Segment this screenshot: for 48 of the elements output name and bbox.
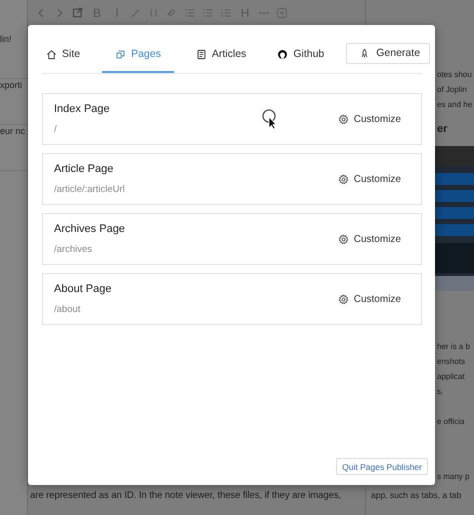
quit-button[interactable]: Quit Pages Publisher	[336, 458, 428, 475]
customize-button[interactable]: Customize	[338, 234, 401, 244]
page-path: /	[54, 124, 58, 135]
generate-button[interactable]: Generate	[346, 42, 430, 64]
list-icon[interactable]	[220, 7, 232, 19]
customize-button[interactable]: Customize	[338, 294, 401, 304]
settings-icon	[338, 174, 349, 184]
home-icon	[46, 48, 57, 60]
settings-icon	[338, 294, 349, 304]
preview-text: app, such as tabs, a tab	[371, 489, 462, 502]
preview-heading: er	[437, 122, 448, 137]
github-icon	[277, 48, 288, 60]
sidebar-item[interactable]: eur nc	[0, 125, 27, 171]
page-title: Archives Page	[54, 223, 125, 235]
customize-button[interactable]: Customize	[338, 114, 401, 124]
preview-text: e officia	[437, 416, 464, 428]
sidebar-item[interactable]: xporti	[0, 79, 27, 125]
page-title: Index Page	[54, 103, 110, 115]
page-title: About Page	[54, 283, 112, 295]
preview-text: of Joplin	[437, 84, 467, 96]
tab[interactable]: Github	[268, 37, 334, 73]
list-icon[interactable]	[184, 7, 196, 19]
note-text: are represented as an ID. In the note viewer, these files, if they are images,	[30, 490, 342, 501]
pen-icon[interactable]	[130, 7, 142, 19]
document-icon	[196, 48, 207, 60]
pages-icon	[115, 48, 126, 60]
tab[interactable]: Site	[42, 37, 90, 73]
page-title: Article Page	[54, 163, 114, 175]
preview-text: her is a b	[437, 341, 470, 353]
customize-button[interactable]: Customize	[338, 174, 401, 184]
list-icon[interactable]	[202, 7, 214, 19]
rocket-icon	[359, 48, 370, 58]
preview-text: s.	[437, 386, 444, 398]
preview-text: es and he	[437, 99, 472, 111]
settings-icon	[338, 114, 349, 124]
sidebar-item[interactable]: lin!	[0, 33, 27, 79]
preview-text: s many p	[437, 471, 470, 483]
loading-cursor-icon	[262, 109, 278, 129]
preview-text: otes shou	[437, 69, 472, 81]
external-link-icon[interactable]	[72, 7, 84, 19]
page-path: /about	[54, 304, 82, 315]
preview-text: applicat	[437, 371, 465, 383]
plus-icon[interactable]	[276, 7, 288, 19]
page-path: /article/:articleUrl	[54, 184, 125, 195]
preview-text: enshots	[437, 356, 466, 368]
tab[interactable]: Articles	[186, 37, 256, 73]
settings-icon	[338, 234, 349, 244]
page-path: /archives	[54, 244, 94, 255]
